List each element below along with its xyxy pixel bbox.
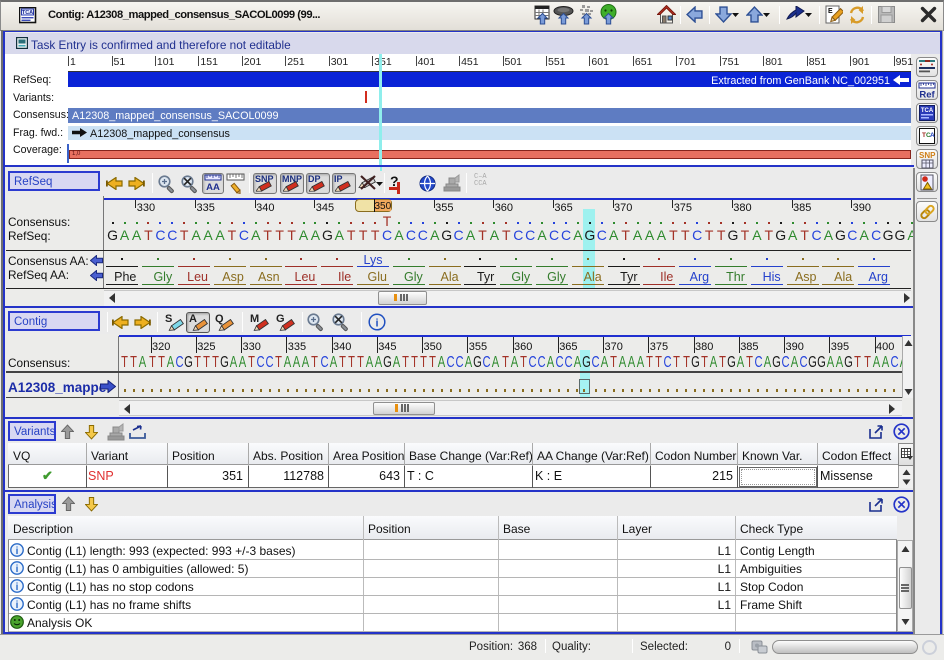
svg-text:AA: AA (206, 182, 220, 192)
svg-text:i: i (375, 318, 378, 330)
svg-text:i: i (16, 582, 19, 593)
svg-text:E: E (828, 8, 833, 15)
svg-text:SNP: SNP (919, 151, 936, 160)
svg-text:TCA: TCA (22, 10, 33, 16)
svg-text:A: A (930, 132, 935, 139)
svg-text:TCA: TCA (921, 108, 934, 114)
svg-text:i: i (16, 546, 19, 557)
svg-text:i: i (16, 564, 19, 575)
svg-text:i: i (16, 600, 19, 611)
svg-text:Ref: Ref (919, 90, 935, 100)
